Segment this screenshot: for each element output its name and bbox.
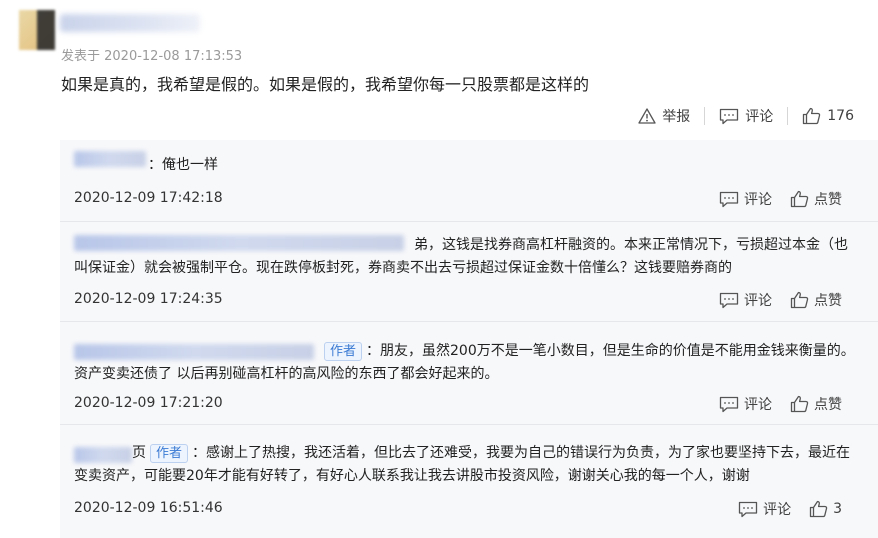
reply-timestamp: 2020-12-09 17:42:18 — [74, 190, 223, 206]
post-actions: 举报 评论 176 — [638, 105, 854, 127]
reply-item: 弟，这钱是找券商高杠杆融资的。本来正常情况下，亏损超过本金（也叫保证金）就会被强… — [60, 222, 878, 322]
reply-like-button[interactable]: 点赞 — [790, 189, 842, 209]
reply-actions: 评论 点赞 — [719, 394, 842, 414]
thumbs-up-icon — [790, 190, 809, 208]
reply-actions: 评论 点赞 — [719, 290, 842, 310]
thumbs-up-icon — [790, 395, 809, 413]
reply-actions: 评论 3 — [738, 499, 842, 519]
reply-comment-button[interactable]: 评论 — [719, 290, 772, 310]
reply-text: ：俺也一样 — [148, 157, 218, 173]
post-timestamp: 发表于 2020-12-08 17:13:53 — [61, 49, 243, 64]
warning-triangle-icon — [638, 108, 656, 124]
reply-item: 页作者 ：感谢上了热搜，我还活着，但比去了还难受，我要为自己的错误行为负责，为了家… — [60, 425, 878, 538]
username-blurred[interactable] — [60, 14, 200, 32]
report-label: 举报 — [662, 109, 691, 125]
author-badge: 作者 — [150, 444, 189, 463]
thumbs-up-icon — [809, 500, 828, 518]
reply-username-suffix: 页 — [132, 445, 146, 461]
thumbs-up-icon — [802, 107, 821, 125]
divider — [787, 107, 789, 125]
report-button[interactable]: 举报 — [638, 106, 690, 126]
reply-actions: 评论 点赞 — [719, 189, 842, 209]
reply-comment-button[interactable]: 评论 — [738, 499, 791, 519]
comment-button[interactable]: 评论 — [719, 106, 773, 126]
comment-bubble-icon — [738, 501, 758, 518]
reply-list: ：俺也一样 2020-12-09 17:42:18 评论 点赞 弟，这钱是找券商… — [60, 140, 878, 538]
reply-item: ：俺也一样 2020-12-09 17:42:18 评论 点赞 — [60, 140, 878, 222]
like-count: 176 — [827, 108, 854, 124]
reply-timestamp: 2020-12-09 16:51:46 — [74, 500, 223, 516]
post-content: 如果是真的，我希望是假的。如果是假的，我希望你每一只股票都是这样的 — [61, 75, 590, 94]
reply-timestamp: 2020-12-09 17:21:20 — [74, 395, 223, 411]
avatar[interactable] — [19, 10, 55, 50]
reply-like-button[interactable]: 点赞 — [790, 290, 842, 310]
reply-comment-button[interactable]: 评论 — [719, 189, 772, 209]
comment-bubble-icon — [719, 108, 739, 125]
comment-label: 评论 — [745, 109, 774, 125]
comment-bubble-icon — [719, 191, 739, 208]
divider — [704, 107, 706, 125]
reply-comment-button[interactable]: 评论 — [719, 394, 772, 414]
reply-item: 作者 ：朋友，虽然200万不是一笔小数目，但是生命的价值是不能用金钱来衡量的。资产… — [60, 322, 878, 425]
reply-text: 作者 ：朋友，虽然200万不是一笔小数目，但是生命的价值是不能用金钱来衡量的。资产… — [74, 342, 855, 382]
reply-timestamp: 2020-12-09 17:24:35 — [74, 291, 223, 307]
comment-bubble-icon — [719, 396, 739, 413]
author-badge: 作者 — [324, 342, 363, 361]
thumbs-up-icon — [790, 291, 809, 309]
comment-bubble-icon — [719, 292, 739, 309]
like-button[interactable]: 176 — [802, 107, 854, 125]
reply-text: 弟，这钱是找券商高杠杆融资的。本来正常情况下，亏损超过本金（也叫保证金）就会被强… — [74, 237, 848, 276]
reply-like-button[interactable]: 3 — [809, 500, 842, 518]
reply-text: 页作者 ：感谢上了热搜，我还活着，但比去了还难受，我要为自己的错误行为负责，为了家… — [74, 444, 851, 484]
reply-like-button[interactable]: 点赞 — [790, 394, 842, 414]
